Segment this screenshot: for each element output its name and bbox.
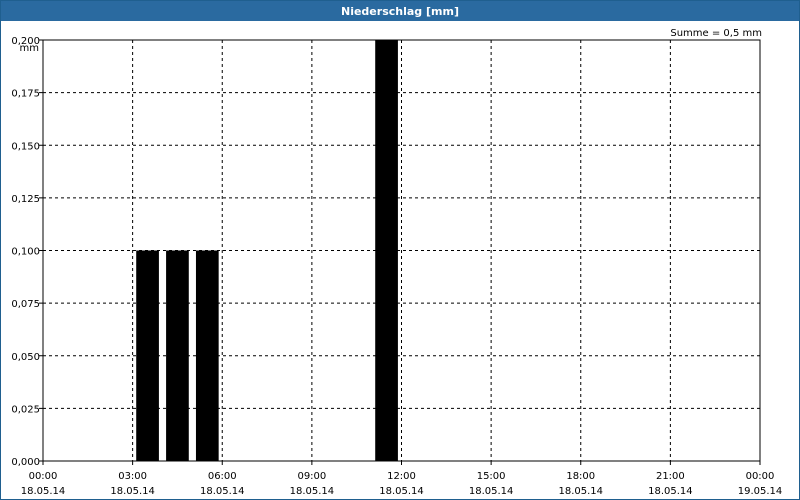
x-tick-time: 09:00 — [297, 471, 326, 482]
y-tick-label: 0,025 — [11, 404, 40, 415]
x-tick-time: 18:00 — [566, 471, 595, 482]
y-tick-label: 0,125 — [11, 194, 40, 205]
x-tick-time: 00:00 — [746, 471, 775, 482]
y-tick-label: 0,075 — [11, 299, 40, 310]
x-tick-time: 06:00 — [208, 471, 237, 482]
bar-0300 — [136, 250, 159, 461]
chart-window: Niederschlag [mm] 0,000 0,025 0,050 0,075 0,… — [0, 0, 800, 500]
x-tick-date: 18.05.14 — [379, 486, 424, 497]
sum-annotation: Summe = 0,5 mm — [670, 28, 762, 39]
y-tick-label: 0,000 — [11, 457, 40, 468]
y-axis-ticks: 0,000 0,025 0,050 0,075 0,100 0,125 0,150 0,175… — [11, 36, 43, 468]
x-tick-date: 19.05.14 — [738, 486, 783, 497]
x-tick-time: 00:00 — [29, 471, 58, 482]
x-tick-time: 15:00 — [477, 471, 506, 482]
x-tick-date: 18.05.14 — [648, 486, 693, 497]
x-tick-date: 18.05.14 — [200, 486, 245, 497]
y-tick-label: 0,150 — [11, 141, 40, 152]
x-tick-date: 18.05.14 — [558, 486, 603, 497]
bar-0500 — [195, 250, 219, 461]
x-tick-date: 18.05.14 — [290, 486, 335, 497]
x-tick-time: 12:00 — [387, 471, 416, 482]
x-axis-ticks: 00:00 18.05.14 03:00 18.05.14 06:00 18.05.14 0… — [21, 461, 783, 497]
x-tick-date: 18.05.14 — [21, 486, 66, 497]
y-axis-label: mm — [20, 43, 39, 54]
y-tick-label: 0,050 — [11, 352, 40, 363]
x-tick-date: 18.05.14 — [469, 486, 514, 497]
x-tick-time: 03:00 — [118, 471, 147, 482]
y-tick-label: 0,175 — [11, 89, 40, 100]
chart-svg: 0,000 0,025 0,050 0,075 0,100 0,125 0,150 0,175… — [11, 28, 783, 497]
x-tick-date: 18.05.14 — [110, 486, 155, 497]
x-tick-time: 21:00 — [656, 471, 685, 482]
bar-0400 — [166, 250, 189, 461]
y-tick-label: 0,100 — [11, 247, 40, 258]
bar-1100 — [375, 40, 398, 461]
